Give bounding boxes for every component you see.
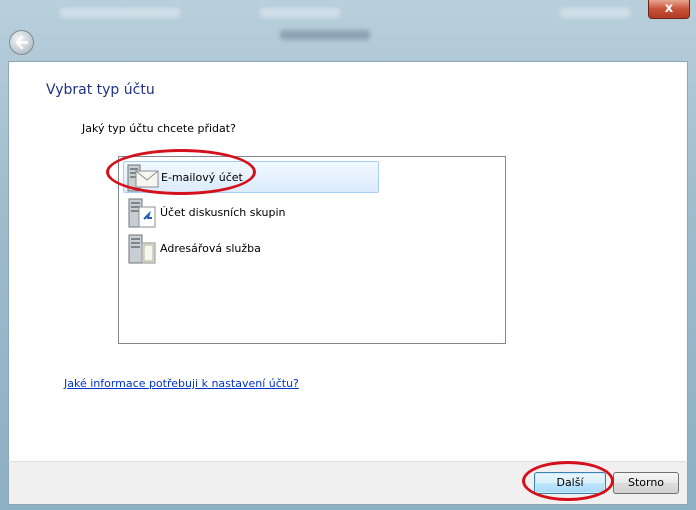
account-type-list[interactable]: E-mailový účet Účet diskusních skupin Ad…: [118, 156, 506, 344]
page-title: Vybrat typ účtu: [46, 82, 155, 98]
blurred-title-text: [260, 8, 340, 18]
help-link[interactable]: Jaké informace potřebuji k nastavení účt…: [64, 377, 299, 390]
back-arrow-icon: [15, 36, 28, 49]
question-label: Jaký typ účtu chcete přidat?: [82, 122, 236, 135]
list-item-newsgroup-account[interactable]: Účet diskusních skupin: [123, 197, 379, 229]
close-button[interactable]: x: [648, 0, 690, 19]
back-button[interactable]: [9, 30, 34, 55]
list-item-directory-service[interactable]: Adresářová služba: [123, 233, 379, 265]
cancel-button[interactable]: Storno: [613, 472, 679, 494]
newsgroup-account-icon: [128, 198, 156, 228]
item-label: Účet diskusních skupin: [160, 206, 286, 219]
blurred-title-text: [280, 30, 370, 40]
list-item-email-account[interactable]: E-mailový účet: [123, 161, 379, 193]
blurred-title-text: [560, 8, 630, 18]
directory-service-icon: [128, 234, 156, 264]
item-label: Adresářová služba: [160, 242, 261, 255]
mail-account-icon: [127, 164, 159, 192]
blurred-title-text: [60, 8, 180, 18]
next-button[interactable]: Další: [534, 472, 606, 494]
item-label: E-mailový účet: [161, 171, 243, 184]
